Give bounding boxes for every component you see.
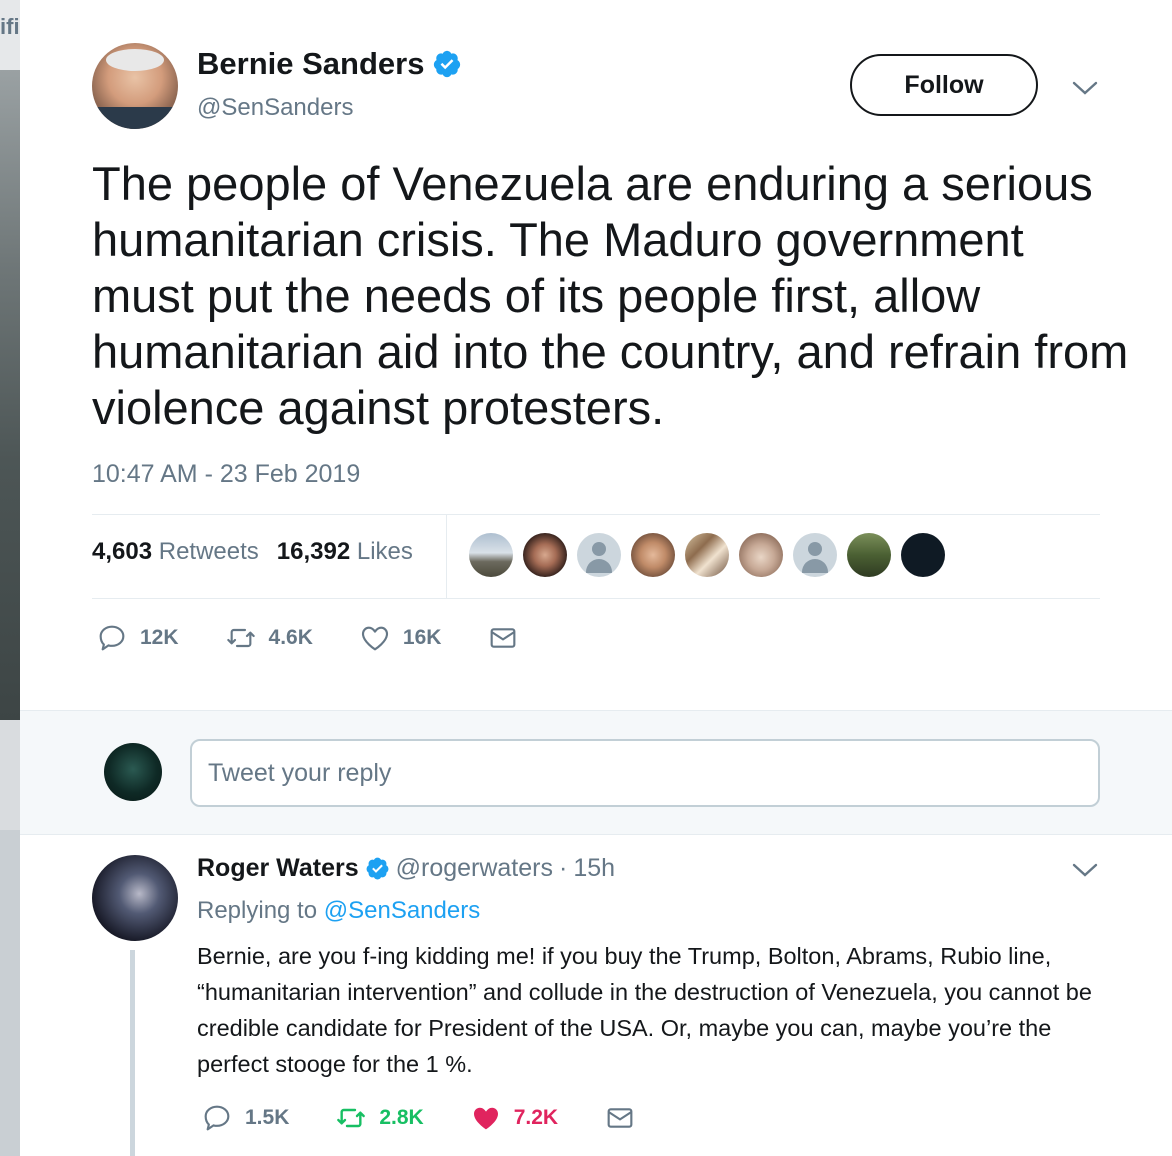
verified-badge-icon bbox=[434, 50, 461, 78]
liker-avatar[interactable] bbox=[901, 533, 945, 577]
avatar-hair bbox=[106, 49, 164, 71]
envelope-icon bbox=[607, 1108, 633, 1128]
tweet-timestamp[interactable]: 10:47 AM - 23 Feb 2019 bbox=[92, 460, 360, 489]
like-action[interactable]: 7.2K bbox=[470, 1102, 558, 1134]
like-count: 7.2K bbox=[513, 1106, 559, 1129]
replying-to-handle[interactable]: @SenSanders bbox=[324, 897, 480, 924]
divider bbox=[92, 598, 1100, 599]
chevron-down-icon[interactable] bbox=[1072, 862, 1098, 878]
reply-author-name[interactable]: Roger Waters bbox=[197, 854, 359, 883]
like-count: 16K bbox=[402, 626, 442, 649]
liker-avatar[interactable] bbox=[631, 533, 675, 577]
likes-stat[interactable]: 16,392 Likes bbox=[277, 538, 413, 566]
background-page: ifi bbox=[0, 0, 20, 1156]
reply-icon bbox=[204, 1105, 230, 1131]
separator-dot: · bbox=[558, 854, 568, 882]
liker-avatars bbox=[469, 533, 945, 577]
background-partial-text: ifi bbox=[0, 14, 20, 39]
retweet-icon bbox=[226, 628, 255, 648]
liker-avatar[interactable] bbox=[847, 533, 891, 577]
retweet-count: 2.8K bbox=[379, 1106, 424, 1129]
divider bbox=[92, 514, 1100, 515]
thread-line bbox=[130, 950, 135, 1156]
stats-divider bbox=[446, 515, 447, 598]
retweet-icon bbox=[337, 1108, 366, 1128]
retweet-action[interactable]: 4.6K bbox=[225, 622, 313, 654]
author-avatar[interactable] bbox=[92, 43, 178, 129]
liker-avatar[interactable] bbox=[469, 533, 513, 577]
reply-tweet[interactable]: Roger Waters @rogerwaters · 15h Replying… bbox=[20, 836, 1172, 1156]
avatar-shirt bbox=[92, 107, 178, 129]
retweet-count: 4.6K bbox=[268, 626, 313, 649]
liker-avatar[interactable] bbox=[739, 533, 783, 577]
reply-count: 12K bbox=[140, 626, 179, 649]
reply-author-handle[interactable]: @rogerwaters bbox=[396, 854, 553, 883]
dm-action[interactable] bbox=[487, 622, 519, 654]
liker-avatar[interactable] bbox=[577, 533, 621, 577]
heart-icon bbox=[473, 1107, 498, 1130]
liker-avatar[interactable] bbox=[685, 533, 729, 577]
reply-action[interactable]: 12K bbox=[96, 622, 179, 654]
reply-action[interactable]: 1.5K bbox=[201, 1102, 289, 1134]
tweet-modal: Bernie Sanders @SenSanders Follow The pe… bbox=[20, 0, 1172, 1156]
retweet-action[interactable]: 2.8K bbox=[335, 1102, 424, 1134]
tweet-stats: 4,603 Retweets 16,392 Likes bbox=[92, 538, 413, 566]
heart-icon bbox=[361, 626, 388, 651]
background-photo bbox=[0, 70, 20, 720]
dm-action[interactable] bbox=[604, 1102, 636, 1134]
liker-avatar[interactable] bbox=[523, 533, 567, 577]
replying-to-label: Replying to bbox=[197, 897, 318, 924]
replying-to: Replying to @SenSanders bbox=[197, 897, 480, 925]
reply-composer: Tweet your reply bbox=[20, 710, 1172, 835]
current-user-avatar[interactable] bbox=[104, 743, 162, 801]
reply-count: 1.5K bbox=[245, 1106, 290, 1129]
author-name-row: Bernie Sanders bbox=[197, 46, 462, 82]
author-name[interactable]: Bernie Sanders bbox=[197, 46, 424, 82]
reply-header: Roger Waters @rogerwaters · 15h bbox=[197, 854, 615, 883]
retweets-stat[interactable]: 4,603 Retweets bbox=[92, 538, 259, 566]
reply-time[interactable]: 15h bbox=[573, 854, 615, 883]
tweet-actions: 12K 4.6K 16K bbox=[96, 622, 565, 654]
reply-text: Bernie, are you f-ing kidding me! if you… bbox=[197, 943, 1092, 1077]
chevron-down-icon[interactable] bbox=[1072, 80, 1098, 96]
liker-avatar[interactable] bbox=[793, 533, 837, 577]
verified-badge-icon bbox=[366, 857, 389, 880]
reply-author-avatar[interactable] bbox=[92, 855, 178, 941]
envelope-icon bbox=[491, 628, 516, 648]
background-panel bbox=[0, 720, 20, 830]
background-panel-lower bbox=[0, 830, 20, 1156]
reply-icon bbox=[99, 625, 125, 651]
author-handle[interactable]: @SenSanders bbox=[197, 94, 353, 122]
like-action[interactable]: 16K bbox=[359, 622, 442, 654]
reply-actions: 1.5K 2.8K 7.2K bbox=[201, 1102, 682, 1134]
follow-button[interactable]: Follow bbox=[850, 54, 1038, 116]
reply-input[interactable]: Tweet your reply bbox=[190, 739, 1100, 807]
tweet-text: The people of Venezuela are enduring a s… bbox=[92, 157, 1129, 434]
